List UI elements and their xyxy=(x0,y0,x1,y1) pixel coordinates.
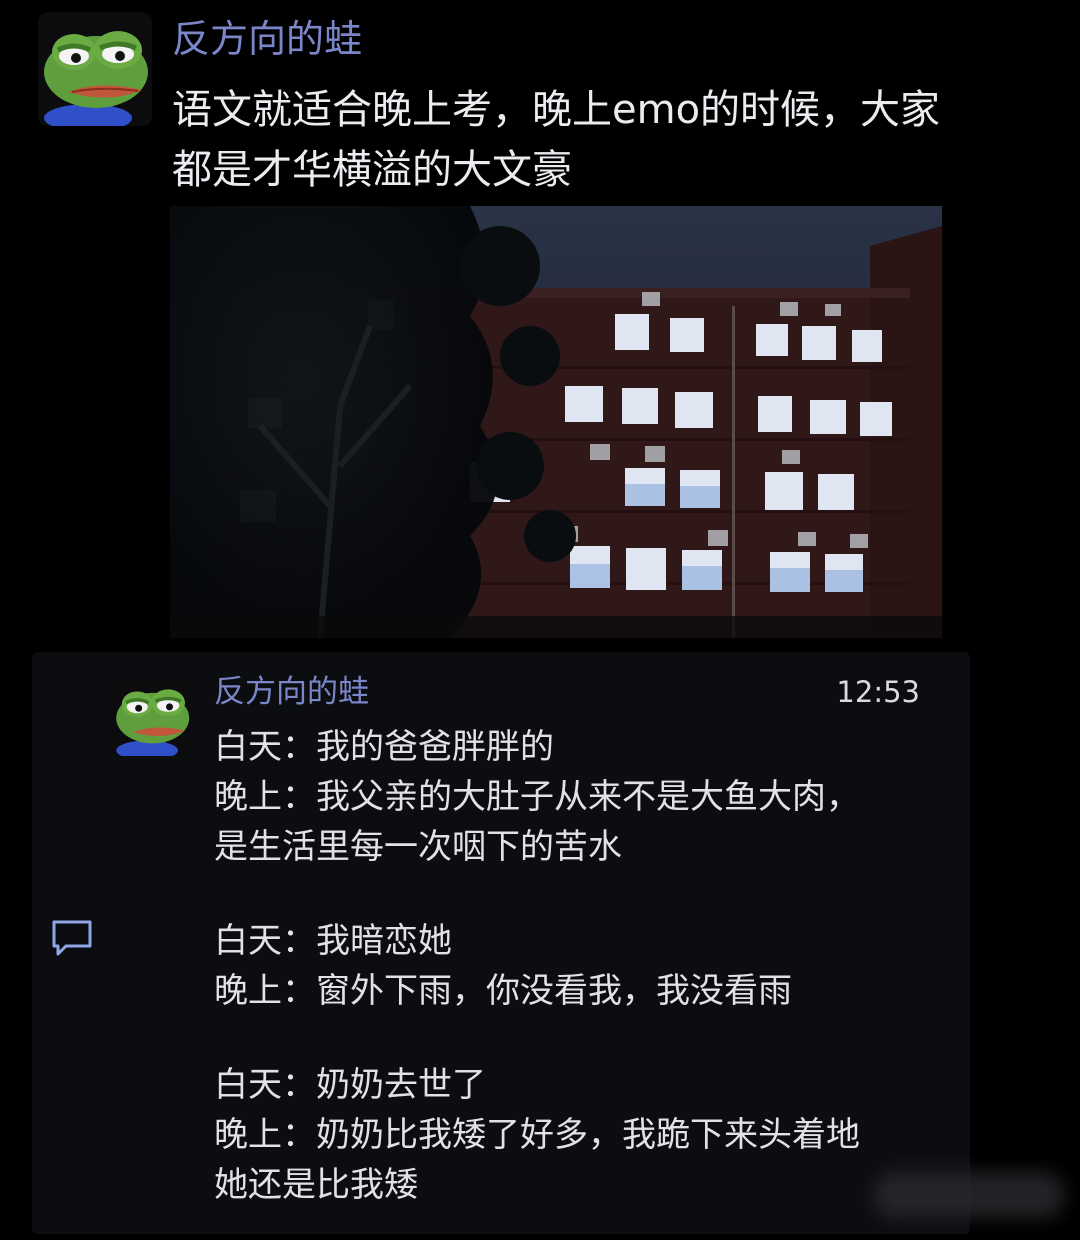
feed-page: 反方向的蛙 语文就适合晚上考，晚上emo的时候，大家都是才华横溢的大文豪 反方向… xyxy=(0,0,1080,1240)
comment-line: 晚上：窗外下雨，你没看我，我没看雨 xyxy=(214,971,792,1011)
post-avatar[interactable] xyxy=(38,12,152,126)
comment-line: 白天：我的爸爸胖胖的 xyxy=(214,727,554,767)
comment-username[interactable]: 反方向的蛙 xyxy=(214,670,369,714)
blurred-watermark xyxy=(874,1172,1064,1218)
comment-timestamp: 12:53 xyxy=(836,675,920,709)
comment-line: 白天：我暗恋她 xyxy=(214,921,452,961)
post-text: 语文就适合晚上考，晚上emo的时候，大家都是才华横溢的大文豪 xyxy=(172,87,941,193)
post-photo[interactable] xyxy=(170,206,942,638)
comment-line: 是生活里每一次咽下的苦水 xyxy=(214,827,622,867)
comment-bubble-icon[interactable] xyxy=(50,918,94,958)
pepe-frog-avatar-icon xyxy=(116,689,190,756)
night-building-image xyxy=(170,206,942,638)
comment-avatar[interactable] xyxy=(112,676,192,756)
pepe-frog-avatar-icon xyxy=(44,31,148,126)
post-username[interactable]: 反方向的蛙 xyxy=(172,14,362,64)
comment-line: 白天：奶奶去世了 xyxy=(214,1065,486,1105)
comment-line: 她还是比我矮 xyxy=(214,1165,418,1205)
comment-line: 晚上：奶奶比我矮了好多，我跪下来头着地 xyxy=(214,1115,860,1155)
comment-line: 晚上：我父亲的大肚子从来不是大鱼大肉， xyxy=(214,777,860,817)
